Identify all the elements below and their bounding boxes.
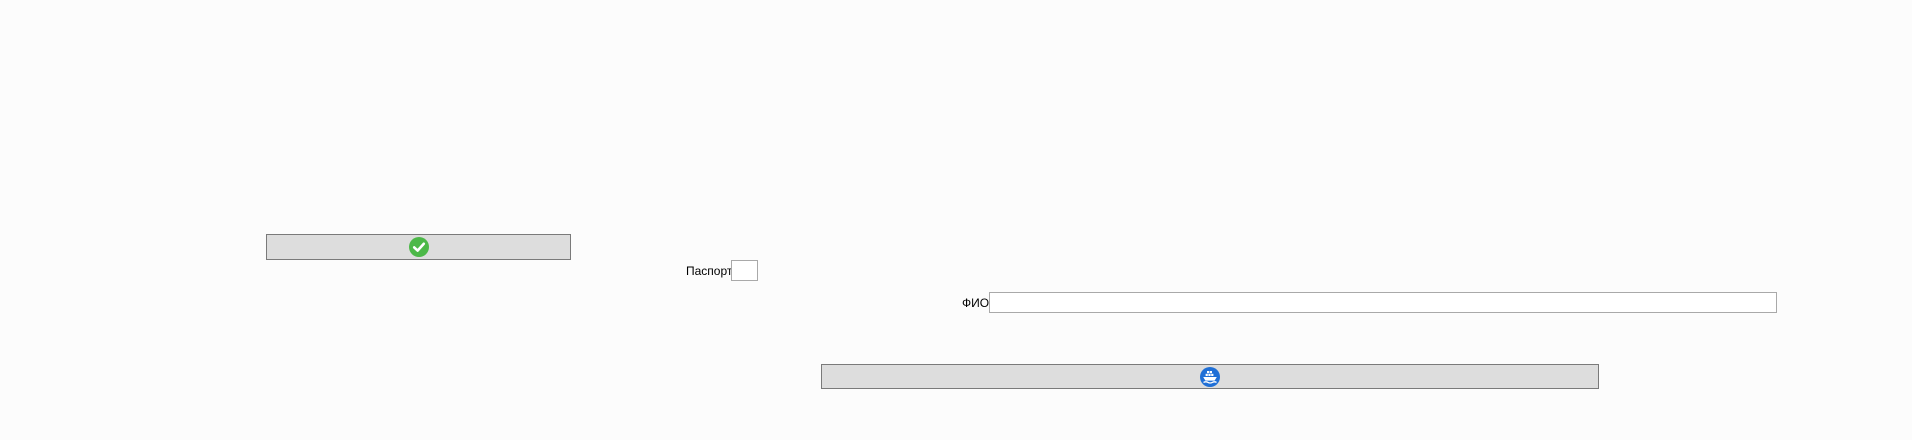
passport-field[interactable] <box>731 260 758 281</box>
fio-label: ФИО <box>962 296 990 310</box>
fio-field[interactable] <box>989 292 1777 313</box>
check-circle-icon <box>408 237 429 257</box>
ship-button[interactable] <box>821 364 1599 389</box>
ship-icon <box>1200 366 1220 387</box>
confirm-button[interactable] <box>266 234 571 260</box>
passport-label: Паспорт <box>686 264 733 278</box>
